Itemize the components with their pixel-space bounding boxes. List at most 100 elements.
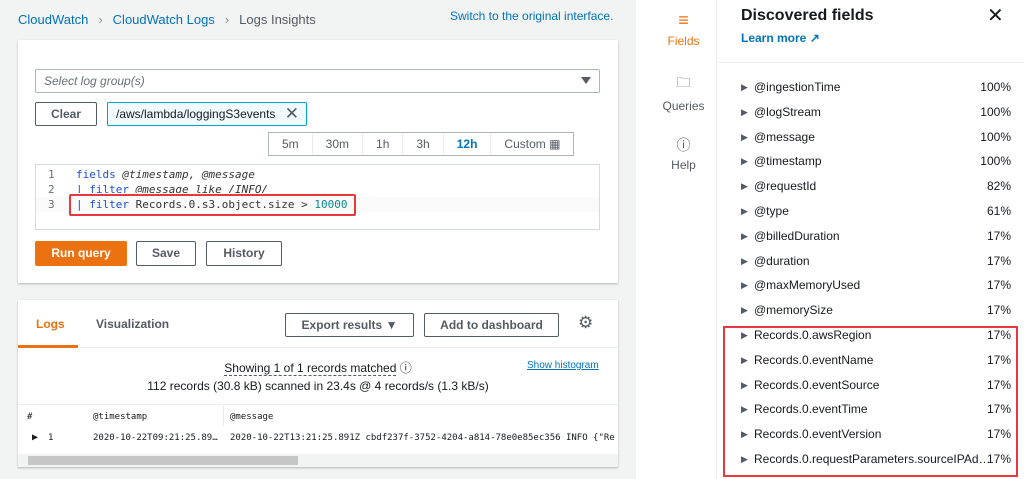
folder-icon: 🗀 bbox=[676, 74, 691, 90]
range-12h[interactable]: 12h bbox=[444, 133, 492, 155]
field-item[interactable]: ▶ @logStream 100% bbox=[741, 105, 1011, 125]
breadcrumb: CloudWatch › CloudWatch Logs › Logs Insi… bbox=[18, 12, 316, 27]
range-3h[interactable]: 3h bbox=[403, 133, 444, 155]
save-button[interactable]: Save bbox=[136, 241, 196, 266]
keyword: | filter bbox=[76, 183, 129, 193]
divider bbox=[717, 62, 1024, 63]
line-number: 3 bbox=[48, 198, 55, 211]
gear-icon[interactable]: ⚙ bbox=[578, 313, 593, 333]
field-name: @requestId bbox=[754, 179, 817, 194]
switch-interface-link[interactable]: Switch to the original interface. bbox=[450, 9, 613, 23]
code-text: @timestamp, @message bbox=[115, 168, 255, 181]
custom-label: Custom bbox=[504, 137, 546, 151]
highlight-box bbox=[69, 194, 356, 216]
field-item[interactable]: ▶ @billedDuration 17% bbox=[741, 229, 1011, 249]
field-item[interactable]: ▶ @requestId 82% bbox=[741, 179, 1011, 199]
breadcrumb-cloudwatch[interactable]: CloudWatch bbox=[18, 12, 88, 27]
info-icon[interactable]: ⓘ bbox=[400, 361, 412, 375]
column-header[interactable]: @message bbox=[230, 412, 273, 422]
expand-icon[interactable]: ▶ bbox=[741, 132, 748, 143]
code-text: @message like /INFO/ bbox=[128, 183, 269, 193]
field-percent: 100% bbox=[980, 129, 1011, 144]
learn-more-link[interactable]: Learn more ↗ bbox=[741, 31, 820, 45]
field-percent: 100% bbox=[980, 80, 1011, 94]
field-name: @maxMemoryUsed bbox=[754, 278, 861, 293]
horizontal-scrollbar[interactable] bbox=[18, 454, 618, 467]
field-percent: 82% bbox=[986, 179, 1011, 194]
expand-icon[interactable]: ▶ bbox=[741, 305, 748, 316]
log-group-select[interactable]: Select log group(s) bbox=[35, 69, 600, 93]
field-item[interactable]: ▶ @duration 17% bbox=[741, 254, 1011, 274]
external-link-icon: ↗ bbox=[809, 31, 820, 45]
expand-icon[interactable]: ▶ bbox=[741, 256, 748, 267]
field-percent: 17% bbox=[986, 253, 1011, 268]
add-to-dashboard-button[interactable]: Add to dashboard bbox=[424, 313, 559, 337]
field-percent: 100% bbox=[980, 104, 1011, 119]
run-query-button[interactable]: Run query bbox=[35, 241, 127, 266]
tab-logs[interactable]: Logs bbox=[36, 317, 65, 331]
field-item[interactable]: ▶ @memorySize 17% bbox=[741, 303, 1011, 323]
line-number: 1 bbox=[48, 168, 55, 181]
main-area: CloudWatch › CloudWatch Logs › Logs Insi… bbox=[0, 0, 636, 479]
calendar-icon: ▦ bbox=[549, 137, 561, 151]
range-30m[interactable]: 30m bbox=[313, 133, 364, 155]
show-histogram-link[interactable]: Show histogram bbox=[527, 360, 599, 371]
scrollbar-thumb[interactable] bbox=[28, 456, 298, 465]
close-icon[interactable]: ✕ bbox=[987, 3, 1004, 28]
caret-down-icon: ▼ bbox=[385, 318, 398, 332]
field-percent: 100% bbox=[980, 154, 1011, 169]
clear-button[interactable]: Clear bbox=[35, 102, 97, 126]
export-results-button[interactable]: Export results ▼ bbox=[285, 313, 414, 337]
token-label: /aws/lambda/loggingS3events bbox=[116, 107, 276, 121]
expand-icon[interactable]: ▶ bbox=[741, 181, 748, 192]
expand-icon[interactable]: ▶ bbox=[741, 156, 748, 167]
expand-icon[interactable]: ▶ bbox=[741, 280, 748, 291]
rail-label: Fields bbox=[667, 34, 700, 48]
rail-help[interactable]: ⓘ Help bbox=[650, 135, 717, 172]
expand-icon[interactable]: ▶ bbox=[741, 206, 748, 217]
caret-down-icon bbox=[581, 77, 591, 84]
active-tab-indicator bbox=[18, 345, 78, 348]
code-line: 1 fields @timestamp, @message bbox=[36, 167, 599, 182]
field-percent: 17% bbox=[986, 278, 1011, 293]
field-name: @duration bbox=[754, 253, 810, 268]
field-name: @type bbox=[754, 204, 789, 218]
history-button[interactable]: History bbox=[206, 241, 282, 266]
field-percent: 17% bbox=[986, 303, 1011, 318]
field-item[interactable]: ▶ @ingestionTime 100% bbox=[741, 80, 1011, 100]
row-number: 1 bbox=[48, 433, 54, 443]
table-row[interactable]: ▶ 1 2020-10-22T09:21:25.89… 2020-10-22T1… bbox=[18, 428, 618, 448]
expand-icon[interactable]: ▶ bbox=[741, 107, 748, 118]
field-item[interactable]: ▶ @type 61% bbox=[741, 204, 1011, 224]
rail-fields[interactable]: ≡ Fields bbox=[650, 10, 717, 48]
tab-visualization[interactable]: Visualization bbox=[96, 317, 169, 331]
close-icon[interactable]: ✕ bbox=[285, 104, 299, 124]
rail-label: Help bbox=[671, 158, 696, 172]
expand-icon[interactable]: ▶ bbox=[741, 82, 748, 93]
range-custom[interactable]: Custom ▦ bbox=[491, 133, 573, 155]
field-name: @billedDuration bbox=[754, 228, 840, 243]
results-tabs: Logs Visualization Export results ▼ Add … bbox=[18, 300, 618, 348]
log-group-placeholder: Select log group(s) bbox=[44, 74, 145, 88]
field-item[interactable]: ▶ @message 100% bbox=[741, 130, 1011, 150]
chevron-right-icon: › bbox=[224, 12, 230, 27]
field-name: @message bbox=[754, 129, 815, 144]
code-line: 2 | filter @message like /INFO/ bbox=[36, 182, 599, 193]
column-header[interactable]: @timestamp bbox=[93, 412, 147, 422]
range-5m[interactable]: 5m bbox=[269, 133, 313, 155]
range-1h[interactable]: 1h bbox=[363, 133, 404, 155]
expand-icon[interactable]: ▶ bbox=[32, 432, 38, 443]
field-name: @ingestionTime bbox=[754, 80, 841, 94]
expand-icon[interactable]: ▶ bbox=[741, 231, 748, 242]
table-header: # @timestamp @message bbox=[18, 404, 618, 427]
showing-text: Showing 1 of 1 records matched bbox=[224, 361, 397, 376]
breadcrumb-current: Logs Insights bbox=[239, 12, 316, 27]
learn-more-label: Learn more bbox=[741, 31, 807, 45]
rail-queries[interactable]: 🗀 Queries bbox=[650, 72, 717, 113]
highlight-box bbox=[723, 326, 1018, 477]
field-item[interactable]: ▶ @timestamp 100% bbox=[741, 154, 1011, 174]
breadcrumb-logs[interactable]: CloudWatch Logs bbox=[113, 12, 215, 27]
export-label: Export results bbox=[301, 318, 383, 332]
column-header: # bbox=[27, 412, 33, 422]
field-item[interactable]: ▶ @maxMemoryUsed 17% bbox=[741, 278, 1011, 298]
